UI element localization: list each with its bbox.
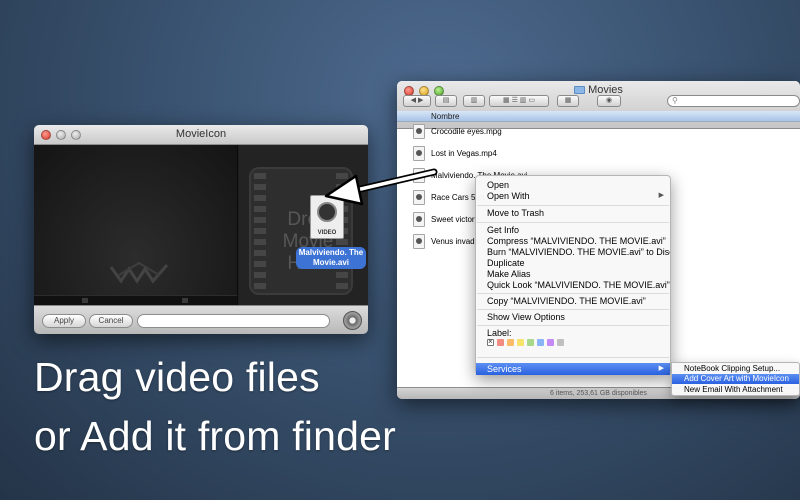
video-file-icon	[413, 145, 425, 161]
trash-icon[interactable]: ▥	[463, 95, 485, 107]
menu-separator	[477, 293, 669, 294]
arrange-icon[interactable]: ▦	[557, 95, 579, 107]
label-color-yellow[interactable]	[517, 339, 524, 346]
menu-separator	[477, 309, 669, 310]
cancel-button[interactable]: Cancel	[89, 314, 133, 328]
video-file-icon	[413, 123, 425, 139]
file-row[interactable]: Venus invade	[413, 231, 479, 251]
quick-look-icon[interactable]: ◉	[597, 95, 621, 107]
file-row[interactable]: Crocodile eyes.mpg	[413, 121, 502, 141]
menu-separator	[477, 205, 669, 206]
tagline-line-1: Drag video files	[34, 354, 320, 400]
app-logo-icon	[109, 261, 169, 284]
label-color-red[interactable]	[497, 339, 504, 346]
search-icon: ⚲	[672, 96, 678, 105]
folder-icon	[574, 86, 586, 94]
label-color-green[interactable]	[527, 339, 534, 346]
dragged-file-label: Malviviendo. The Movie.avi	[296, 247, 366, 269]
submenu-arrow-icon: ▶	[658, 192, 664, 199]
menu-item-services[interactable]: Services ▶	[476, 363, 670, 375]
menu-separator	[477, 325, 669, 326]
file-name: Sweet victory	[431, 214, 479, 224]
path-icon[interactable]: ▤	[435, 95, 457, 107]
menu-item-open-with[interactable]: Open With ▶	[476, 190, 670, 202]
tagline-line-2: or Add it from finder	[34, 413, 396, 459]
view-mode-buttons[interactable]: ▦ ☰ ▥ ▭	[489, 95, 549, 107]
gear-icon[interactable]	[343, 311, 362, 330]
drag-arrow-icon	[324, 168, 438, 206]
menu-separator	[477, 222, 669, 223]
menu-item-show-view-options[interactable]: Show View Options	[476, 311, 670, 323]
menu-item-label: Open With	[487, 191, 530, 201]
search-input[interactable]: ⚲	[667, 95, 800, 107]
preview-pane	[34, 145, 238, 305]
movieicon-window: MovieIcon Drop Movie Here VIDEO Malvivie…	[34, 125, 368, 334]
video-icon-label: VIDEO	[317, 230, 337, 236]
services-submenu: NoteBook Clipping Setup... Add Cover Art…	[671, 362, 800, 396]
menu-item-copy[interactable]: Copy “MALVIVIENDO. THE MOVIE.avi”	[476, 295, 670, 307]
label-color-purple[interactable]	[547, 339, 554, 346]
menu-item-notebook-clipping[interactable]: NoteBook Clipping Setup...	[672, 364, 799, 374]
menu-item-new-email[interactable]: New Email With Attachment	[672, 385, 799, 395]
menu-separator	[477, 357, 669, 358]
label-color-gray[interactable]	[557, 339, 564, 346]
menu-label-heading: Label:	[487, 328, 512, 338]
menu-item-quick-look[interactable]: Quick Look “MALVIVIENDO. THE MOVIE.avi”	[476, 279, 670, 291]
back-forward-button[interactable]: ◀ ▶	[403, 95, 431, 107]
label-none-icon[interactable]	[487, 337, 494, 346]
path-input[interactable]	[137, 314, 330, 328]
menu-item-add-cover-art[interactable]: Add Cover Art with MovieIcon	[672, 374, 799, 384]
menu-item-move-to-trash[interactable]: Move to Trash	[476, 207, 670, 219]
label-color-picker	[487, 337, 564, 346]
menu-item-label: Services	[487, 364, 522, 374]
film-strip	[34, 295, 237, 305]
movieicon-titlebar[interactable]: MovieIcon	[34, 125, 368, 145]
file-name: Venus invade	[431, 236, 480, 246]
window-title: MovieIcon	[175, 128, 227, 140]
movieicon-footer: Apply Cancel	[34, 305, 368, 334]
file-name: Lost in Vegas.mp4	[431, 148, 497, 158]
file-row[interactable]: Sweet victory	[413, 209, 479, 229]
label-color-blue[interactable]	[537, 339, 544, 346]
label-color-orange[interactable]	[507, 339, 514, 346]
video-file-icon	[413, 211, 425, 227]
context-menu: Open Open With ▶ Move to Trash Get Info C…	[475, 175, 671, 375]
movieicon-content: Drop Movie Here VIDEO Malviviendo. The M…	[34, 145, 368, 305]
video-file-icon	[413, 233, 425, 249]
file-name: Crocodile eyes.mpg	[431, 126, 502, 136]
submenu-arrow-icon: ▶	[658, 365, 664, 372]
apply-button[interactable]: Apply	[42, 314, 86, 328]
